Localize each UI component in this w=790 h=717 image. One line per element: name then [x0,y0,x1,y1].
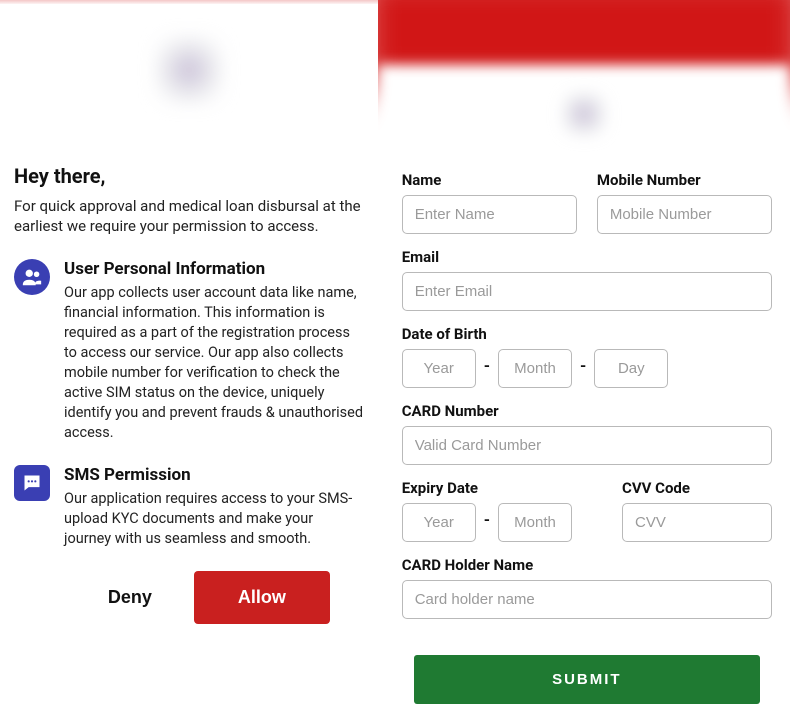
name-label: Name [402,171,577,189]
mobile-label: Mobile Number [597,171,772,189]
top-accent-bar [0,0,378,4]
dob-day-input[interactable] [594,349,668,388]
card-number-label: CARD Number [402,402,772,420]
expiry-month-input[interactable] [498,503,572,542]
sms-chat-icon [14,465,50,501]
dob-month-input[interactable] [498,349,572,388]
permission-user-info-title: User Personal Information [64,259,364,279]
email-label: Email [402,248,772,266]
permission-sms: SMS Permission Our application requires … [14,465,364,549]
permission-sms-body: Our application requires access to your … [64,489,364,549]
permission-sms-title: SMS Permission [64,465,364,485]
permission-user-info: User Personal Information Our app collec… [14,259,364,443]
greeting-subtext: For quick approval and medical loan disb… [14,196,364,237]
app-logo-blurred-right [561,91,607,137]
left-logo-area [0,0,378,140]
app-logo-blurred [154,35,224,105]
submit-button[interactable]: SUBMIT [414,655,760,704]
dash-separator: - [580,356,586,375]
dash-separator: - [484,356,490,375]
permission-user-info-body: Our app collects user account data like … [64,283,364,443]
card-form-pane: Name Mobile Number Email Date of Birth [378,0,790,717]
dob-year-input[interactable] [402,349,476,388]
name-input[interactable] [402,195,577,234]
mobile-input[interactable] [597,195,772,234]
card-holder-input[interactable] [402,580,772,619]
allow-button[interactable]: Allow [194,571,330,624]
user-group-icon [14,259,50,295]
email-input[interactable] [402,272,772,311]
cvv-input[interactable] [622,503,772,542]
permissions-pane: Hey there, For quick approval and medica… [0,0,378,717]
cvv-label: CVV Code [622,479,772,497]
card-number-input[interactable] [402,426,772,465]
right-header [378,0,790,155]
dob-label: Date of Birth [402,325,772,343]
greeting-heading: Hey there, [14,164,364,188]
card-holder-label: CARD Holder Name [402,556,772,574]
expiry-year-input[interactable] [402,503,476,542]
deny-button[interactable]: Deny [88,573,172,622]
dash-separator: - [484,510,490,529]
expiry-label: Expiry Date [402,479,572,497]
